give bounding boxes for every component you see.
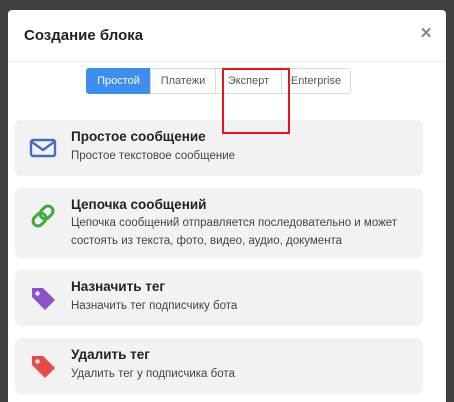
card-title: Простое сообщение — [71, 129, 206, 144]
block-type-tabs: Простой Платежи Эксперт Enterprise — [86, 68, 351, 94]
tab-enterprise[interactable]: Enterprise — [281, 68, 351, 94]
tag-icon — [32, 356, 55, 378]
tag-icon — [32, 288, 55, 310]
modal-title: Создание блока — [24, 27, 144, 44]
block-card-simple-message[interactable]: Простое сообщение Простое текстовое сооб… — [15, 120, 423, 176]
card-description: Удалить тег у подписчика бота — [71, 368, 235, 380]
card-title: Удалить тег — [71, 347, 150, 362]
envelope-icon — [29, 138, 57, 158]
block-card-message-chain[interactable]: Цепочка сообщений Цепочка сообщений отпр… — [15, 188, 423, 258]
modal-header: Создание блока × — [8, 10, 446, 62]
chain-link-icon — [31, 204, 55, 228]
tab-payments[interactable]: Платежи — [150, 68, 216, 94]
card-title: Назначить тег — [71, 279, 165, 294]
card-title: Цепочка сообщений — [71, 197, 207, 212]
tab-expert[interactable]: Эксперт — [215, 68, 282, 94]
card-description: Цепочка сообщений отправляется последова… — [71, 217, 398, 247]
card-description: Назначить тег подписчику бота — [71, 300, 238, 312]
block-card-remove-tag[interactable]: Удалить тег Удалить тег у подписчика бот… — [15, 338, 423, 394]
block-card-assign-tag[interactable]: Назначить тег Назначить тег подписчику б… — [15, 270, 423, 326]
tab-simple[interactable]: Простой — [86, 68, 151, 94]
card-description: Простое текстовое сообщение — [71, 150, 236, 162]
close-icon[interactable]: × — [418, 24, 434, 44]
